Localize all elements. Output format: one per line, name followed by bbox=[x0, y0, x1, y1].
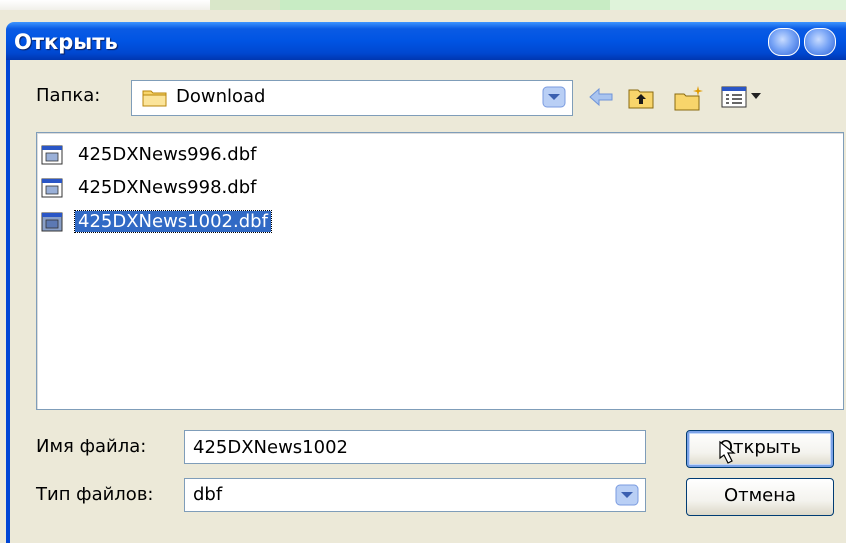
cancel-button[interactable]: Отмена bbox=[686, 478, 834, 516]
mouse-cursor-icon bbox=[719, 440, 736, 464]
close-button[interactable] bbox=[804, 28, 836, 56]
window-title: Открыть bbox=[14, 30, 118, 54]
help-button[interactable] bbox=[768, 28, 800, 56]
lookin-combobox[interactable]: Download bbox=[131, 80, 573, 116]
background-window-strip bbox=[0, 0, 846, 10]
filename-field[interactable] bbox=[184, 430, 646, 464]
dbf-file-icon bbox=[41, 212, 63, 232]
folder-icon bbox=[142, 90, 167, 107]
up-folder-icon[interactable] bbox=[626, 84, 656, 110]
filetype-combobox[interactable]: dbf bbox=[184, 478, 646, 512]
title-bar[interactable]: Открыть bbox=[6, 22, 846, 60]
new-folder-icon[interactable] bbox=[672, 84, 706, 112]
filetype-value: dbf bbox=[193, 484, 223, 505]
filename-label: Имя файла: bbox=[36, 436, 147, 457]
back-arrow-icon[interactable] bbox=[586, 84, 616, 110]
file-list[interactable]: 425DXNews996.dbf 425DXNews998.dbf 425DXN… bbox=[36, 132, 844, 410]
chevron-down-icon[interactable] bbox=[542, 86, 566, 108]
open-button[interactable]: Открыть bbox=[686, 430, 834, 468]
chevron-down-icon[interactable] bbox=[615, 484, 639, 506]
filetype-label: Тип файлов: bbox=[36, 484, 154, 505]
current-folder: Download bbox=[176, 86, 266, 107]
view-menu-icon[interactable] bbox=[720, 84, 764, 110]
open-file-dialog: Открыть Папка: Download 425DXNews996.dbf… bbox=[6, 12, 846, 543]
lookin-label: Папка: bbox=[36, 85, 101, 106]
file-name: 425DXNews998.dbf bbox=[78, 177, 257, 198]
file-name: 425DXNews996.dbf bbox=[78, 144, 257, 165]
dbf-file-icon bbox=[41, 145, 63, 165]
file-name: 425DXNews1002.dbf bbox=[74, 210, 272, 233]
dbf-file-icon bbox=[41, 178, 63, 198]
